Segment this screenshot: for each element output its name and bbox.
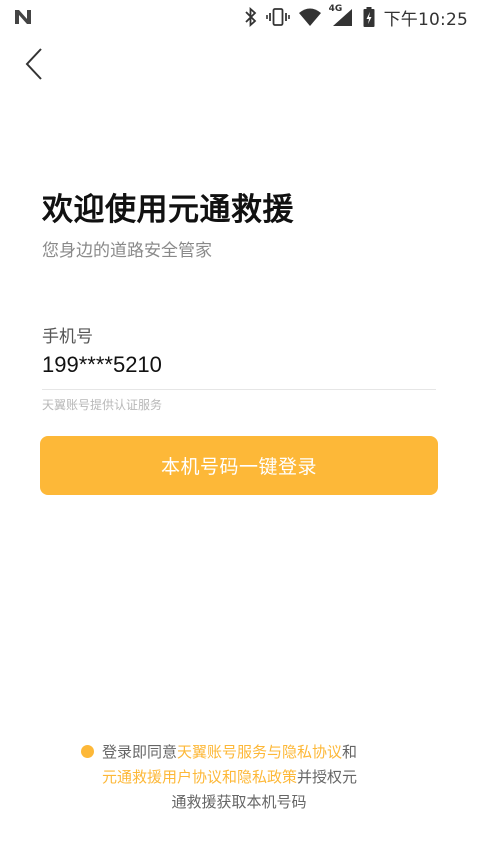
agreement-line-3: 通救援获取本机号码 xyxy=(171,793,307,811)
back-button[interactable] xyxy=(16,44,52,84)
one-click-login-button[interactable]: 本机号码一键登录 xyxy=(40,436,438,495)
page-subtitle: 您身边的道路安全管家 xyxy=(42,241,212,261)
tianyi-privacy-link[interactable]: 天翼账号服务与隐私协议 xyxy=(177,743,342,761)
agreement-suffix-1: 并授权元 xyxy=(297,768,358,786)
agreement-line-2: 元通救援用户协议和隐私政策并授权元 xyxy=(78,765,400,790)
agreement-and: 和 xyxy=(342,743,358,761)
status-icons: 4G 下午10:25 xyxy=(244,4,468,30)
back-arrow-icon xyxy=(25,48,42,80)
vibrate-icon xyxy=(265,7,290,27)
agreement-text: 登录即同意天翼账号服务与隐私协议和 元通救援用户协议和隐私政策并授权元 通救援获… xyxy=(78,740,400,815)
phone-number-value: 199****5210 xyxy=(42,352,162,377)
network-label: 4G xyxy=(328,4,343,14)
status-time: 下午10:25 xyxy=(383,9,468,30)
agreement-prefix: 登录即同意 xyxy=(102,743,178,761)
bluetooth-icon xyxy=(244,7,258,27)
page-title: 欢迎使用元通救援 xyxy=(42,192,294,228)
auth-provider-hint: 天翼账号提供认证服务 xyxy=(42,398,163,412)
n-notification-icon xyxy=(12,6,34,28)
battery-icon xyxy=(362,6,376,28)
phone-label: 手机号 xyxy=(42,327,93,347)
wifi-icon xyxy=(298,7,322,27)
agreement-line-1: 登录即同意天翼账号服务与隐私协议和 xyxy=(78,740,400,765)
phone-divider xyxy=(42,389,436,390)
yuantong-user-agreement-link[interactable]: 元通救援用户协议和隐私政策 xyxy=(102,768,297,786)
signal-icon: 4G xyxy=(328,4,354,27)
status-bar: 4G 下午10:25 xyxy=(0,0,478,34)
